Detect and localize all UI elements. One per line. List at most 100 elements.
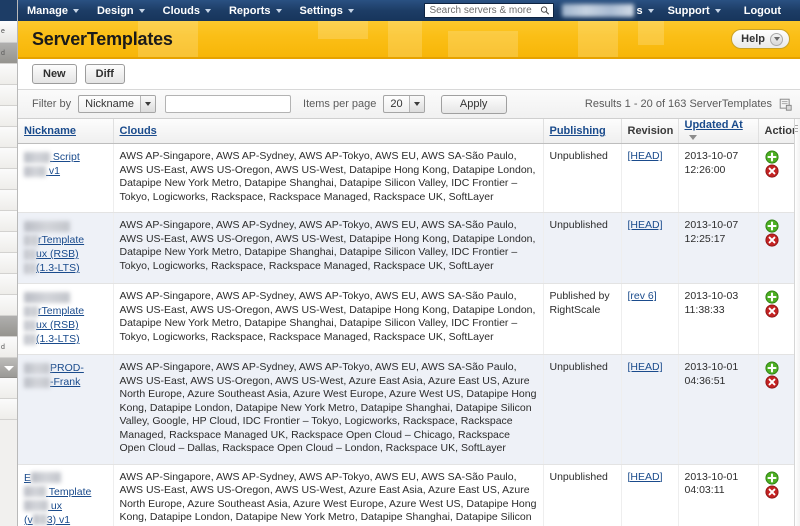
cell-nickname: rTemplate ux (RSB) (1.3-LTS) [18, 283, 114, 355]
bg-row [0, 127, 17, 148]
page-banner: ServerTemplates Help [18, 21, 800, 59]
table-row[interactable]: E Template ux (v 3) v1 AWS AP-Singapore,… [18, 464, 795, 526]
revision-link[interactable]: [HEAD] [628, 361, 663, 373]
table-row[interactable]: Script v1 AWS AP-Singapore, AWS AP-Sydne… [18, 143, 795, 213]
bg-row-selected [0, 316, 17, 337]
template-link-line2[interactable]: -Frank [24, 375, 107, 389]
nav-item-logout[interactable]: Logout [744, 5, 790, 17]
chevron-down-icon [204, 8, 211, 13]
diff-button[interactable]: Diff [84, 64, 125, 84]
column-header-clouds[interactable]: Clouds [113, 119, 544, 144]
delete-icon[interactable] [764, 233, 779, 247]
template-link-line2[interactable]: rTemplate [24, 304, 107, 318]
bg-row [0, 85, 17, 106]
template-link-line4[interactable]: (1.3-LTS) [24, 261, 107, 275]
table-row[interactable]: PROD- -Frank AWS AP-Singapore, AWS AP-Sy… [18, 354, 795, 465]
help-button[interactable]: Help [731, 29, 790, 49]
add-icon[interactable] [764, 361, 779, 375]
filter-field-select[interactable]: Nickname [78, 95, 157, 113]
nav-item-design[interactable]: Design [97, 5, 154, 17]
template-link[interactable]: Script [24, 150, 107, 164]
template-link-line2[interactable]: v1 [24, 164, 107, 178]
nickname-fragment: rTemplate [38, 234, 85, 246]
template-link-line3[interactable]: ux [24, 499, 107, 513]
cell-publishing: Published by RightScale [543, 283, 622, 355]
cell-publishing: Unpublished [543, 464, 622, 526]
table-row[interactable]: rTemplate ux (RSB) (1.3-LTS) AWS AP-Sing… [18, 283, 795, 355]
template-link[interactable] [24, 219, 107, 233]
table-row[interactable]: rTemplate ux (RSB) (1.3-LTS) AWS AP-Sing… [18, 212, 795, 284]
revision-link[interactable]: [HEAD] [628, 471, 663, 483]
cell-clouds: AWS AP-Singapore, AWS AP-Sydney, AWS AP-… [113, 143, 544, 213]
bg-tab-strip: e [0, 21, 17, 43]
template-link[interactable]: E [24, 471, 107, 485]
export-icon[interactable] [779, 98, 792, 111]
add-icon[interactable] [764, 290, 779, 304]
chevron-down-icon [138, 8, 145, 13]
nickname-fragment: ux (RSB) [36, 248, 79, 260]
nav-item-reports[interactable]: Reports [229, 5, 291, 17]
delete-icon[interactable] [764, 375, 779, 389]
cell-actions [758, 354, 795, 465]
items-per-page-select[interactable]: 20 [383, 95, 425, 113]
sort-link-clouds[interactable]: Clouds [120, 125, 157, 137]
sort-link-publishing[interactable]: Publishing [550, 125, 606, 137]
nav-item-manage[interactable]: Manage [27, 5, 88, 17]
cell-revision: [HEAD] [621, 212, 679, 284]
revision-link[interactable]: [HEAD] [628, 150, 663, 162]
add-icon[interactable] [764, 219, 779, 233]
chevron-down-circle-icon [770, 32, 783, 46]
nav-item-clouds[interactable]: Clouds [163, 5, 220, 17]
nav-label: Clouds [162, 4, 200, 17]
cell-updated-at: 2013-10-07 12:26:00 [678, 143, 759, 213]
nav-item-support[interactable]: Support [668, 5, 721, 17]
delete-icon[interactable] [764, 304, 779, 318]
delete-icon[interactable] [764, 485, 779, 499]
template-link-line2[interactable]: Template [24, 485, 107, 499]
nav-label: Reports [228, 4, 271, 17]
nav-item-settings[interactable]: Settings [300, 5, 363, 17]
nickname-fragment: E [24, 471, 32, 484]
column-header-publishing[interactable]: Publishing [543, 119, 622, 144]
revision-link[interactable]: [rev 6] [628, 290, 657, 302]
sort-link-updated-at[interactable]: Updated At [685, 119, 743, 131]
bg-row [0, 148, 17, 169]
cell-updated-at: 2013-10-07 12:25:17 [678, 212, 759, 284]
help-label: Help [741, 33, 765, 45]
add-icon[interactable] [764, 150, 779, 164]
nickname-fragment: rTemplate [38, 305, 85, 317]
template-link-line3[interactable]: ux (RSB) [24, 318, 107, 332]
vertical-scrollbar[interactable] [794, 119, 800, 526]
nav-label: Support [667, 4, 710, 17]
nav-item-account[interactable]: s [636, 5, 654, 17]
page-title: ServerTemplates [32, 28, 173, 49]
bg-row [0, 190, 17, 211]
column-label-revision: Revision [627, 125, 674, 137]
cell-revision: [rev 6] [621, 283, 679, 355]
chevron-down-icon [140, 96, 156, 112]
add-icon[interactable] [764, 470, 779, 485]
sort-descending-icon [688, 134, 697, 140]
delete-icon[interactable] [764, 164, 779, 178]
template-link-line2[interactable]: rTemplate [24, 233, 107, 247]
template-link-line3[interactable]: ux (RSB) [24, 247, 107, 261]
template-link-line4[interactable]: (v 3) v1 [24, 513, 107, 526]
bg-row [0, 274, 17, 295]
filter-value-input[interactable] [165, 95, 292, 113]
cell-updated-at: 2013-10-03 11:38:33 [678, 283, 759, 355]
column-header-updated-at[interactable]: Updated At [678, 119, 759, 144]
template-link-line4[interactable]: (1.3-LTS) [24, 332, 107, 346]
template-link[interactable]: PROD- [24, 361, 107, 375]
bg-row [0, 64, 17, 85]
cell-clouds: AWS AP-Singapore, AWS AP-Sydney, AWS AP-… [113, 212, 544, 284]
sort-link-nickname[interactable]: Nickname [24, 125, 76, 137]
column-header-nickname[interactable]: Nickname [18, 119, 114, 144]
revision-link[interactable]: [HEAD] [628, 219, 663, 231]
cell-nickname: PROD- -Frank [18, 354, 114, 465]
new-button[interactable]: New [32, 64, 77, 84]
nav-label: Design [96, 4, 134, 17]
serverTemplates-table-container: Nickname Clouds Publishing Revision Upda [18, 119, 800, 526]
apply-button[interactable]: Apply [440, 94, 507, 114]
search-input[interactable] [424, 3, 555, 18]
template-link[interactable] [24, 290, 107, 304]
